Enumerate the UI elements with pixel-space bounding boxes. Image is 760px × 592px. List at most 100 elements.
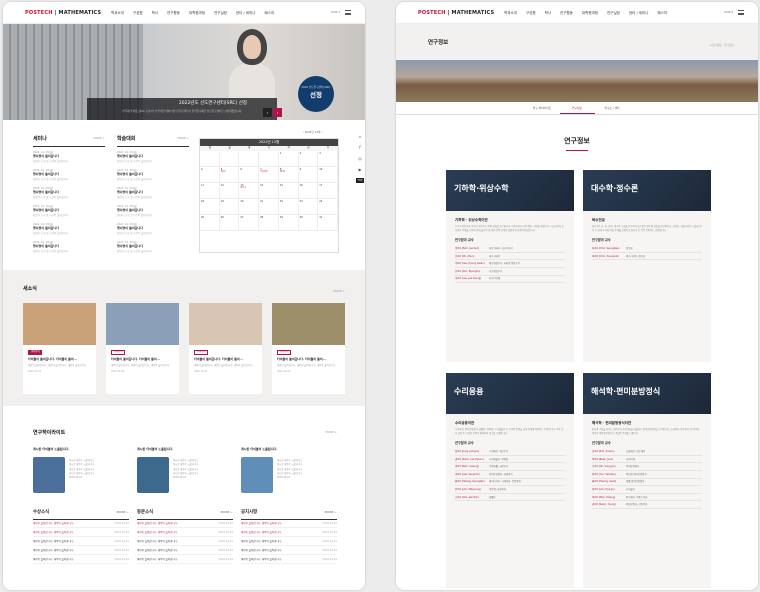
nav-item[interactable]: 구성원	[133, 11, 143, 15]
logo[interactable]: POSTECH | MATHEMATICS	[25, 10, 101, 16]
nav-item[interactable]: 센터 / 세미나	[629, 11, 649, 15]
calendar-event[interactable]: 학술대회	[260, 171, 277, 174]
language-select[interactable]: KOR ▾	[331, 10, 340, 15]
next-arrow-icon[interactable]: ›	[273, 108, 282, 117]
table-row[interactable]: 제목이 들어갑니다. 제목이 들어갑니다. 2022.12.01	[33, 520, 129, 529]
faculty-row[interactable]: 김OO (Kim, Jinwoo) 조화해석, 함수해석	[592, 448, 702, 456]
list-item[interactable]: 2022. 12. 05(월) 행사명이 들어갑니다 강연자 소속 및 시간이 들어…	[117, 169, 189, 183]
calendar-day[interactable]	[219, 151, 240, 167]
tab-highlight[interactable]: 연구 하이라이트	[525, 102, 560, 114]
faculty-row[interactable]: 최OO (Choi, Seungbae) 정수론	[592, 245, 702, 253]
calendar-day[interactable]: 14	[259, 183, 279, 199]
nav-item[interactable]: 연구실정	[214, 11, 227, 15]
more-link[interactable]: MORE +	[325, 430, 337, 434]
calendar-day[interactable]: 16	[298, 183, 319, 199]
calendar-event[interactable]: 세미나	[280, 171, 297, 174]
faculty-row[interactable]: 정OO (Jung, Jinhyun) 수치해석, 계산수학	[455, 448, 565, 456]
calendar-day[interactable]: 4	[200, 167, 220, 183]
list-item[interactable]: 2022. 12. 05(월) 행사명이 들어갑니다 강연자 소속 및 시간이 들어…	[33, 151, 105, 165]
calendar-day[interactable]: 10	[318, 167, 338, 183]
table-row[interactable]: 제목이 들어갑니다. 제목이 들어갑니다. 2022.12.01	[241, 520, 337, 529]
highlight-title[interactable]: 게시판 타이틀이 노출됩니다.	[241, 447, 277, 452]
calendar-day[interactable]: 8 세미나	[278, 167, 299, 183]
table-row[interactable]: 제목이 들어갑니다. 제목이 들어갑니다. 2022.12.01	[33, 546, 129, 556]
calendar-day[interactable]: 11	[200, 183, 220, 199]
nav-item[interactable]: 대학원과정	[189, 11, 205, 15]
table-row[interactable]: 제목이 들어갑니다. 제목이 들어갑니다. 2022.12.01	[33, 537, 129, 547]
more-link[interactable]: MORE +	[93, 136, 105, 140]
table-row[interactable]: 제목이 들어갑니다. 제목이 들어갑니다. 2022.12.01	[241, 555, 337, 565]
calendar-day[interactable]: 15	[278, 183, 299, 199]
highlight-card[interactable]: 게시판 내용이 노출됩니다. 게시판 내용이 노출됩니다. 게시판 내용이 노출됩니…	[241, 457, 341, 497]
highlight-card[interactable]: 게시판 내용이 노출됩니다. 게시판 내용이 노출됩니다. 게시판 내용이 노출됩니…	[137, 457, 237, 497]
table-row[interactable]: 제목이 들어갑니다. 제목이 들어갑니다. 2022.12.01	[137, 528, 233, 538]
tab-centers[interactable]: 연구소 / 센터	[595, 102, 630, 114]
calendar-day[interactable]: 23	[298, 199, 319, 215]
news-card[interactable]: 행사안내 타이틀이 들어갑니다. 타이틀이 들어... 내용이 들어갑니다. 내용이…	[189, 303, 262, 394]
search-icon[interactable]: ⌕	[359, 134, 361, 139]
calendar-day[interactable]: 5 세미나	[219, 167, 240, 183]
nav-item[interactable]: 대학원과정	[582, 11, 598, 15]
calendar-day[interactable]: 3	[318, 151, 338, 167]
table-row[interactable]: 제목이 들어갑니다. 제목이 들어갑니다. 2022.12.01	[241, 528, 337, 538]
prev-arrow-icon[interactable]: ‹	[263, 108, 272, 117]
tab-research-info[interactable]: 연구정보	[559, 102, 595, 114]
faculty-row[interactable]: 권OO (Kwon, Young) 파동방정식, 산란이론	[592, 501, 702, 509]
nav-item[interactable]: 구성원	[526, 11, 536, 15]
youtube-icon[interactable]: ▶	[358, 167, 361, 172]
table-row[interactable]: 제목이 들어갑니다. 제목이 들어갑니다. 2022.12.01	[33, 528, 129, 538]
highlight-card[interactable]: 게시판 내용이 노출됩니다. 게시판 내용이 노출됩니다. 게시판 내용이 노출됩니…	[33, 457, 133, 497]
calendar-event[interactable]: 세미나	[240, 187, 257, 190]
faculty-row[interactable]: 윤OO (Yun, Sehwan) 비선형 편미분방정식	[592, 471, 702, 479]
nav-item[interactable]: 학사	[545, 11, 551, 15]
faculty-row[interactable]: 오OO (Oh, Sung-Jin) 편미분방정식	[592, 463, 702, 472]
table-row[interactable]: 제목이 들어갑니다. 제목이 들어갑니다. 2022.12.01	[241, 546, 337, 556]
list-item[interactable]: 2022. 12. 05(월) 행사명이 들어갑니다 강연자 소속 및 시간이 들어…	[117, 187, 189, 201]
faculty-row[interactable]: 임OO (Lim, Mikyoung) 역문제, 영상처리	[455, 486, 565, 494]
calendar-day[interactable]: 20	[239, 199, 260, 215]
list-item[interactable]: 2022. 12. 05(월) 행사명이 들어갑니다 강연자 소속 및 시간이 들어…	[117, 151, 189, 165]
nav-item[interactable]: 패스처	[657, 11, 667, 15]
list-item[interactable]: 2022. 12. 05(월) 행사명이 들어갑니다 강연자 소속 및 시간이 들어…	[33, 241, 105, 255]
more-link[interactable]: MORE +	[177, 136, 189, 140]
faculty-row[interactable]: 황OO (Hwang, Seok) 확률 편미분방정식	[592, 479, 702, 487]
faculty-row[interactable]: 이OO (Lee, Jae Seong) 복소다양체	[455, 276, 565, 284]
calendar-day[interactable]: 22	[278, 199, 299, 215]
calendar-event[interactable]: 세미나	[221, 171, 238, 174]
menu-icon[interactable]	[738, 10, 744, 15]
nav-item[interactable]: 센터 / 세미나	[236, 11, 256, 15]
calendar-day[interactable]: 9	[298, 167, 319, 183]
calendar-day[interactable]	[200, 151, 220, 167]
faculty-row[interactable]: 박OO (Park, Kwang) 함수해석, 작용소이론	[592, 494, 702, 502]
nav-item[interactable]: 학과소개	[111, 11, 124, 15]
table-row[interactable]: 제목이 들어갑니다. 제목이 들어갑니다. 2022.12.01	[137, 537, 233, 547]
faculty-row[interactable]: 이OO (Lee, Hyung Gwan) 대수위상수학, 저차원 위상수학	[455, 260, 565, 269]
calendar-day[interactable]: 18	[200, 199, 220, 215]
nav-item[interactable]: 학과소개	[504, 11, 517, 15]
calendar-day[interactable]: 19	[219, 199, 240, 215]
calendar-day[interactable]: 1	[278, 151, 299, 167]
calendar-day[interactable]: 24	[318, 199, 338, 215]
nav-item[interactable]: 학사	[152, 11, 158, 15]
breadcrumb[interactable]: ⌂ 연구활동 › 연구정보	[710, 44, 734, 47]
list-item[interactable]: 2022. 12. 05(월) 행사명이 들어갑니다 강연자 소속 및 시간이 들어…	[33, 223, 105, 237]
faculty-row[interactable]: 박OO (Park, Jae Sun) 미분기하학, 사교기하학	[455, 245, 565, 253]
news-card[interactable]: 행사안내 타이틀이 들어갑니다. 타이틀이 들어... 내용이 들어갑니다. 내용이…	[23, 303, 96, 394]
calendar-day[interactable]: 13 세미나	[239, 183, 260, 199]
calendar-day[interactable]: 25	[200, 215, 220, 231]
nav-item[interactable]: 패스처	[264, 11, 274, 15]
language-select[interactable]: KOR ▾	[724, 10, 733, 15]
calendar-day[interactable]: 31	[318, 215, 338, 231]
calendar-day[interactable]: 17	[318, 183, 338, 199]
list-item[interactable]: 2022. 12. 05(월) 행사명이 들어갑니다 강연자 소속 및 시간이 들어…	[33, 169, 105, 183]
nav-item[interactable]: 연구활동	[560, 11, 573, 15]
list-item[interactable]: 2022. 12. 05(월) 행사명이 들어갑니다 강연자 소속 및 시간이 들어…	[117, 223, 189, 237]
facebook-icon[interactable]: f	[359, 145, 360, 150]
highlight-title[interactable]: 게시판 타이틀이 노출됩니다.	[33, 447, 69, 452]
calendar-day[interactable]: 26	[219, 215, 240, 231]
highlight-title[interactable]: 게시판 타이틀이 노출됩니다.	[137, 447, 173, 452]
faculty-row[interactable]: 황OO (Hwang, Kyungtae) 데이터과학, 기계학습, 응용통계	[455, 479, 565, 487]
nav-item[interactable]: 연구실정	[607, 11, 620, 15]
faculty-row[interactable]: 이OO (Lee, Sangmin) 편미분방정식, 유체역학	[455, 471, 565, 479]
logo[interactable]: POSTECH | MATHEMATICS	[418, 10, 494, 16]
